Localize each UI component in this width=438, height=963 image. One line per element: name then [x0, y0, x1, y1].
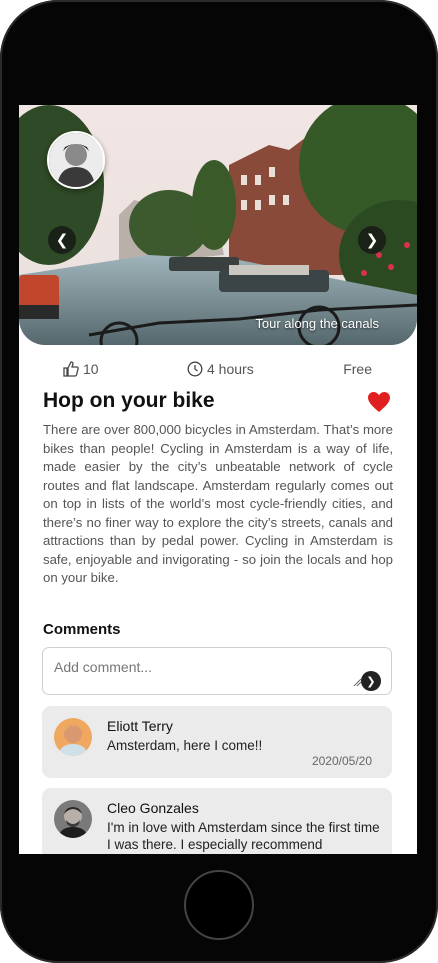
price-stat: Free: [343, 361, 372, 377]
home-button[interactable]: [184, 870, 254, 940]
comment-date: 2020/05/20: [311, 754, 372, 768]
hero-caption: Tour along the canals: [255, 316, 379, 331]
comment-author: Eliott Terry: [107, 718, 173, 734]
chevron-right-icon[interactable]: ❯: [358, 226, 386, 254]
comment-text: Amsterdam, here I come!!: [107, 738, 263, 753]
comment-text: I'm in love with Amsterdam since the fir…: [107, 820, 380, 852]
duration-text: 4 hours: [207, 361, 254, 377]
likes-stat[interactable]: 10: [63, 361, 99, 377]
app-screen: ❮ ❯ Tour along the canals 10 4 hours Fre…: [19, 105, 417, 854]
avatar[interactable]: [54, 718, 92, 756]
resize-grip-icon[interactable]: [353, 678, 361, 686]
hero-image: ❮ ❯ Tour along the canals: [19, 105, 417, 345]
chevron-right-icon: ❯: [366, 675, 376, 688]
post-title: Hop on your bike: [43, 389, 215, 412]
comment-author: Cleo Gonzales: [107, 800, 199, 816]
author-avatar[interactable]: [47, 131, 105, 189]
price-text: Free: [343, 361, 372, 377]
comment-field[interactable]: ❯: [42, 647, 392, 695]
comment-input[interactable]: [52, 658, 356, 676]
chevron-left-icon[interactable]: ❮: [48, 226, 76, 254]
avatar[interactable]: [54, 800, 92, 838]
thumbs-up-icon: [63, 361, 79, 377]
send-comment-button[interactable]: ❯: [361, 671, 381, 691]
phone-frame: ❮ ❯ Tour along the canals 10 4 hours Fre…: [0, 0, 438, 963]
comment-item: Eliott Terry Amsterdam, here I come!! 20…: [42, 706, 392, 778]
clock-icon: [187, 361, 203, 377]
duration-stat: 4 hours: [187, 361, 254, 377]
likes-count: 10: [83, 361, 99, 377]
comment-item: Cleo Gonzales I'm in love with Amsterdam…: [42, 788, 392, 854]
comments-heading: Comments: [43, 621, 121, 638]
heart-icon[interactable]: [367, 391, 391, 413]
stats-row: 10 4 hours Free: [19, 361, 417, 381]
post-description: There are over 800,000 bicycles in Amste…: [43, 422, 393, 585]
